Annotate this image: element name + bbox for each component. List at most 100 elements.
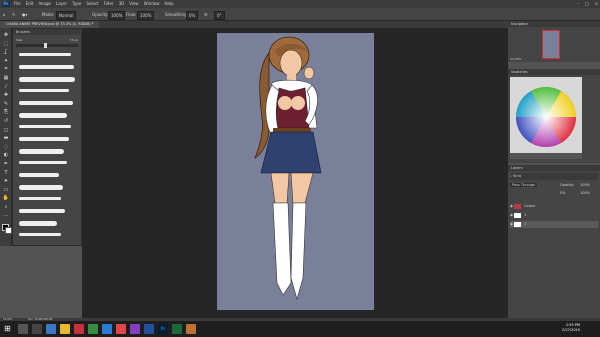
menu-help[interactable]: Help — [164, 1, 173, 7]
menu-file[interactable]: File — [14, 1, 21, 7]
opacity-field[interactable]: 100% — [108, 11, 126, 20]
right-panels: Navigator 33.33% Swatches Layers ⌕ Kind … — [508, 21, 600, 318]
brush-preset[interactable] — [19, 101, 73, 105]
shape-icon[interactable]: ▭ — [2, 187, 10, 193]
marquee-icon[interactable]: ⬚ — [2, 41, 10, 47]
app-icon-blue[interactable] — [102, 324, 112, 334]
search-icon[interactable] — [18, 324, 28, 334]
task-view-icon[interactable] — [32, 324, 42, 334]
menu-image[interactable]: Image — [38, 1, 51, 7]
smoothing-field[interactable]: 0% — [186, 11, 199, 20]
brush-preset[interactable] — [19, 137, 69, 141]
brush-preset[interactable] — [19, 221, 57, 226]
menu-view[interactable]: View — [129, 1, 139, 7]
gear-icon[interactable]: ⚙ — [204, 11, 208, 18]
brush-preset[interactable] — [19, 149, 64, 154]
hand-icon[interactable]: ✋ — [2, 195, 10, 201]
gradient-icon[interactable]: ▬ — [2, 135, 10, 141]
menu-layer[interactable]: Layer — [56, 1, 67, 7]
mode-select[interactable]: Normal — [56, 11, 77, 20]
brush-icon[interactable]: ✎ — [2, 101, 10, 107]
background-color-swatch[interactable] — [5, 227, 12, 234]
lasso-icon[interactable]: ʆ — [2, 49, 10, 55]
crop-icon[interactable]: ⌗ — [2, 66, 10, 72]
flow-field[interactable]: 100% — [137, 11, 155, 20]
home-icon[interactable]: ⌂ — [3, 11, 6, 18]
brush-size-slider[interactable] — [16, 43, 78, 48]
windows-start-icon[interactable]: ⊞ — [4, 324, 14, 334]
menu-type[interactable]: Type — [72, 1, 81, 7]
brush-preset[interactable] — [19, 161, 67, 164]
history-brush-icon[interactable]: ↺ — [2, 118, 10, 124]
healing-icon[interactable]: ✚ — [2, 92, 10, 98]
path-select-icon[interactable]: ➤ — [2, 178, 10, 184]
app-icon-darkgreen[interactable] — [172, 324, 182, 334]
close-button[interactable]: × — [595, 1, 598, 7]
type-icon[interactable]: T — [2, 170, 10, 176]
brush-preset[interactable] — [19, 53, 71, 56]
more-icon[interactable]: ⋯ — [2, 213, 10, 219]
layer-row[interactable]: ◉ 1 — [510, 221, 598, 228]
brush-size-label: Size — [16, 38, 23, 42]
eyedropper-icon[interactable]: ⁄ — [2, 84, 10, 90]
brush-preset[interactable] — [19, 173, 59, 177]
brush-preset[interactable] — [19, 209, 65, 213]
edge-icon[interactable] — [46, 324, 56, 334]
quick-select-icon[interactable]: ✦ — [2, 58, 10, 64]
document-tab[interactable]: CHARA ANIME PREVIEW.psd @ 33.3% (1, RGB/… — [0, 21, 100, 28]
menu-items: File Edit Image Layer Type Select Filter 3D View… — [14, 1, 174, 7]
brush-preset[interactable] — [19, 89, 69, 92]
move-icon[interactable]: ✥ — [2, 32, 10, 38]
brush-preset[interactable] — [19, 77, 75, 82]
blend-mode-select[interactable]: Pass Through — [510, 183, 538, 187]
menu-filter[interactable]: Filter — [104, 1, 114, 7]
brushes-panel-title: Brushes — [13, 29, 86, 35]
photoshop-taskbar-icon[interactable]: Ps — [158, 324, 168, 334]
app-icon-green[interactable] — [88, 324, 98, 334]
maximize-button[interactable]: □ — [585, 1, 589, 7]
minimize-button[interactable]: – — [577, 1, 579, 7]
navigator-preview[interactable] — [542, 30, 560, 59]
layers-panel: ⌕ Kind Pass Through Opacity: 100% Fill: … — [508, 171, 600, 318]
app-icon-red[interactable] — [74, 324, 84, 334]
brush-size-value[interactable]: 73 px — [70, 38, 78, 43]
layer-name: 1 — [524, 222, 527, 226]
layer-kind-filter[interactable]: ⌕ Kind — [510, 173, 598, 180]
brush-preset[interactable] — [19, 197, 61, 200]
angle-field[interactable]: 0° — [214, 11, 225, 20]
layer-opacity-field[interactable]: 100% — [580, 182, 590, 189]
menu-3d[interactable]: 3D — [119, 1, 125, 7]
file-explorer-icon[interactable] — [60, 324, 70, 334]
menu-bar: Ps File Edit Image Layer Type Select Filter 3D V… — [0, 0, 600, 8]
stamp-icon[interactable]: ⎘ — [2, 109, 10, 115]
app-icon-darkblue[interactable] — [144, 324, 154, 334]
app-icon-purple[interactable] — [130, 324, 140, 334]
brush-tool-icon[interactable]: ✎ — [12, 11, 15, 18]
frame-icon[interactable]: ▦ — [2, 75, 10, 81]
chrome-icon[interactable] — [116, 324, 126, 334]
smoothing-label: Smoothing: — [165, 12, 188, 17]
layer-row[interactable]: ◉ 1 — [510, 212, 598, 219]
navigator-zoom[interactable]: 33.33% — [510, 57, 521, 61]
menu-edit[interactable]: Edit — [26, 1, 34, 7]
brush-size-slider-knob[interactable] — [44, 43, 47, 48]
app-icon-orange[interactable] — [186, 324, 196, 334]
blur-icon[interactable]: ◌ — [2, 144, 10, 150]
zoom-icon[interactable]: ⌕ — [2, 204, 10, 210]
eraser-icon[interactable]: ◻ — [2, 127, 10, 133]
brush-preset-picker[interactable]: ●▾ — [22, 11, 28, 18]
layer-fill-field[interactable]: 100% — [580, 190, 590, 197]
pen-icon[interactable]: ✒ — [2, 161, 10, 167]
document-canvas[interactable] — [217, 33, 374, 310]
menu-select[interactable]: Select — [86, 1, 98, 7]
brush-preset[interactable] — [19, 185, 63, 190]
brush-preset[interactable] — [19, 65, 74, 69]
layer-row[interactable]: ◉ Colour — [510, 203, 598, 210]
menu-window[interactable]: Window — [144, 1, 160, 7]
brush-preset[interactable] — [19, 113, 67, 118]
brush-preset[interactable] — [19, 125, 71, 128]
brush-preset[interactable] — [19, 233, 61, 236]
dodge-icon[interactable]: ◐ — [2, 152, 10, 158]
color-wheel-swatches[interactable] — [508, 75, 600, 163]
clock-date[interactable]: 2/27/2019 — [562, 328, 580, 333]
